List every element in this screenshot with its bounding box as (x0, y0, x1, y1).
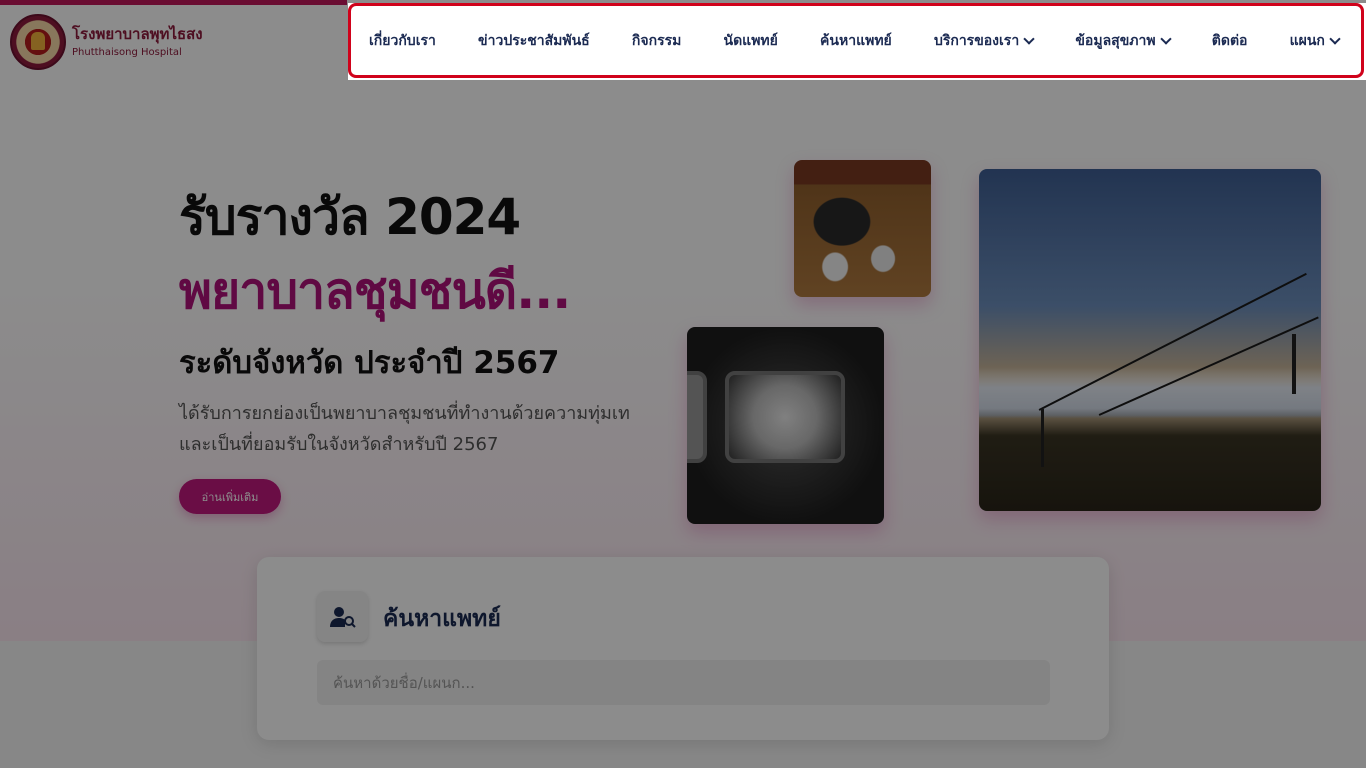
user-search-icon (329, 606, 356, 628)
brand[interactable]: โรงพยาบาลพุทไธสง Phutthaisong Hospital (10, 14, 203, 70)
nav-item-appointment[interactable]: นัดแพทย์ (724, 30, 778, 52)
nav-label: แผนก (1289, 32, 1325, 49)
nav-item-activities[interactable]: กิจกรรม (632, 30, 681, 52)
ski-lift-cable (1038, 272, 1307, 411)
ski-lift-pole (1041, 409, 1044, 467)
train-window (687, 371, 707, 463)
nav-label: นัดแพทย์ (723, 32, 778, 49)
nav-item-departments[interactable]: แผนก (1289, 30, 1341, 52)
main-nav: เกี่ยวกับเรา ข่าวประชาสัมพันธ์ กิจกรรม น… (348, 3, 1364, 78)
nav-label: ข้อมูลสุขภาพ (1075, 32, 1156, 49)
brand-name-en: Phutthaisong Hospital (72, 47, 182, 58)
nav-item-services[interactable]: บริการของเรา (933, 30, 1035, 52)
hero-title-line2: พยาบาลชุมชนดี... (179, 262, 571, 320)
hero-image-train (687, 327, 884, 524)
search-title: ค้นหาแพทย์ (383, 606, 501, 632)
doctor-search-input[interactable] (317, 660, 1050, 705)
nav-label: ติดต่อ (1211, 32, 1248, 49)
top-accent-bar (0, 0, 347, 5)
nav-item-find-doctor[interactable]: ค้นหาแพทย์ (820, 30, 892, 52)
ski-lift-cable (1098, 316, 1319, 416)
nav-item-about[interactable]: เกี่ยวกับเรา (369, 30, 436, 52)
nav-label: เกี่ยวกับเรา (369, 32, 436, 49)
hero-image-mountain (979, 169, 1321, 511)
hero-description: ได้รับการยกย่องเป็นพยาบาลชุมชนที่ทำงานด้… (179, 403, 630, 455)
chevron-down-icon (1329, 32, 1341, 45)
brand-name-th: โรงพยาบาลพุทไธสง (72, 25, 203, 43)
nav-label: ค้นหาแพทย์ (820, 32, 892, 49)
hospital-logo-icon (10, 14, 66, 70)
nav-item-health-info[interactable]: ข้อมูลสุขภาพ (1075, 30, 1172, 52)
train-window (725, 371, 845, 463)
brand-text: โรงพยาบาลพุทไธสง Phutthaisong Hospital (72, 24, 203, 60)
nav-item-contact[interactable]: ติดต่อ (1212, 30, 1248, 52)
chevron-down-icon (1159, 32, 1172, 45)
ski-lift-chair (1292, 334, 1296, 394)
nav-label: บริการของเรา (933, 32, 1020, 49)
nav-item-news[interactable]: ข่าวประชาสัมพันธ์ (478, 30, 590, 52)
nav-label: กิจกรรม (631, 32, 682, 49)
read-more-button[interactable]: อ่านเพิ่มเติม (179, 479, 281, 514)
hero-subtitle: ระดับจังหวัด ประจำปี 2567 (179, 345, 560, 381)
nav-label: ข่าวประชาสัมพันธ์ (478, 32, 590, 49)
hero-title-line1: รับรางวัล 2024 (179, 188, 521, 246)
hero-image-cafe (794, 160, 931, 297)
doctor-search-icon (317, 591, 368, 642)
chevron-down-icon (1023, 32, 1035, 45)
find-doctor-card: ค้นหาแพทย์ (257, 557, 1109, 740)
